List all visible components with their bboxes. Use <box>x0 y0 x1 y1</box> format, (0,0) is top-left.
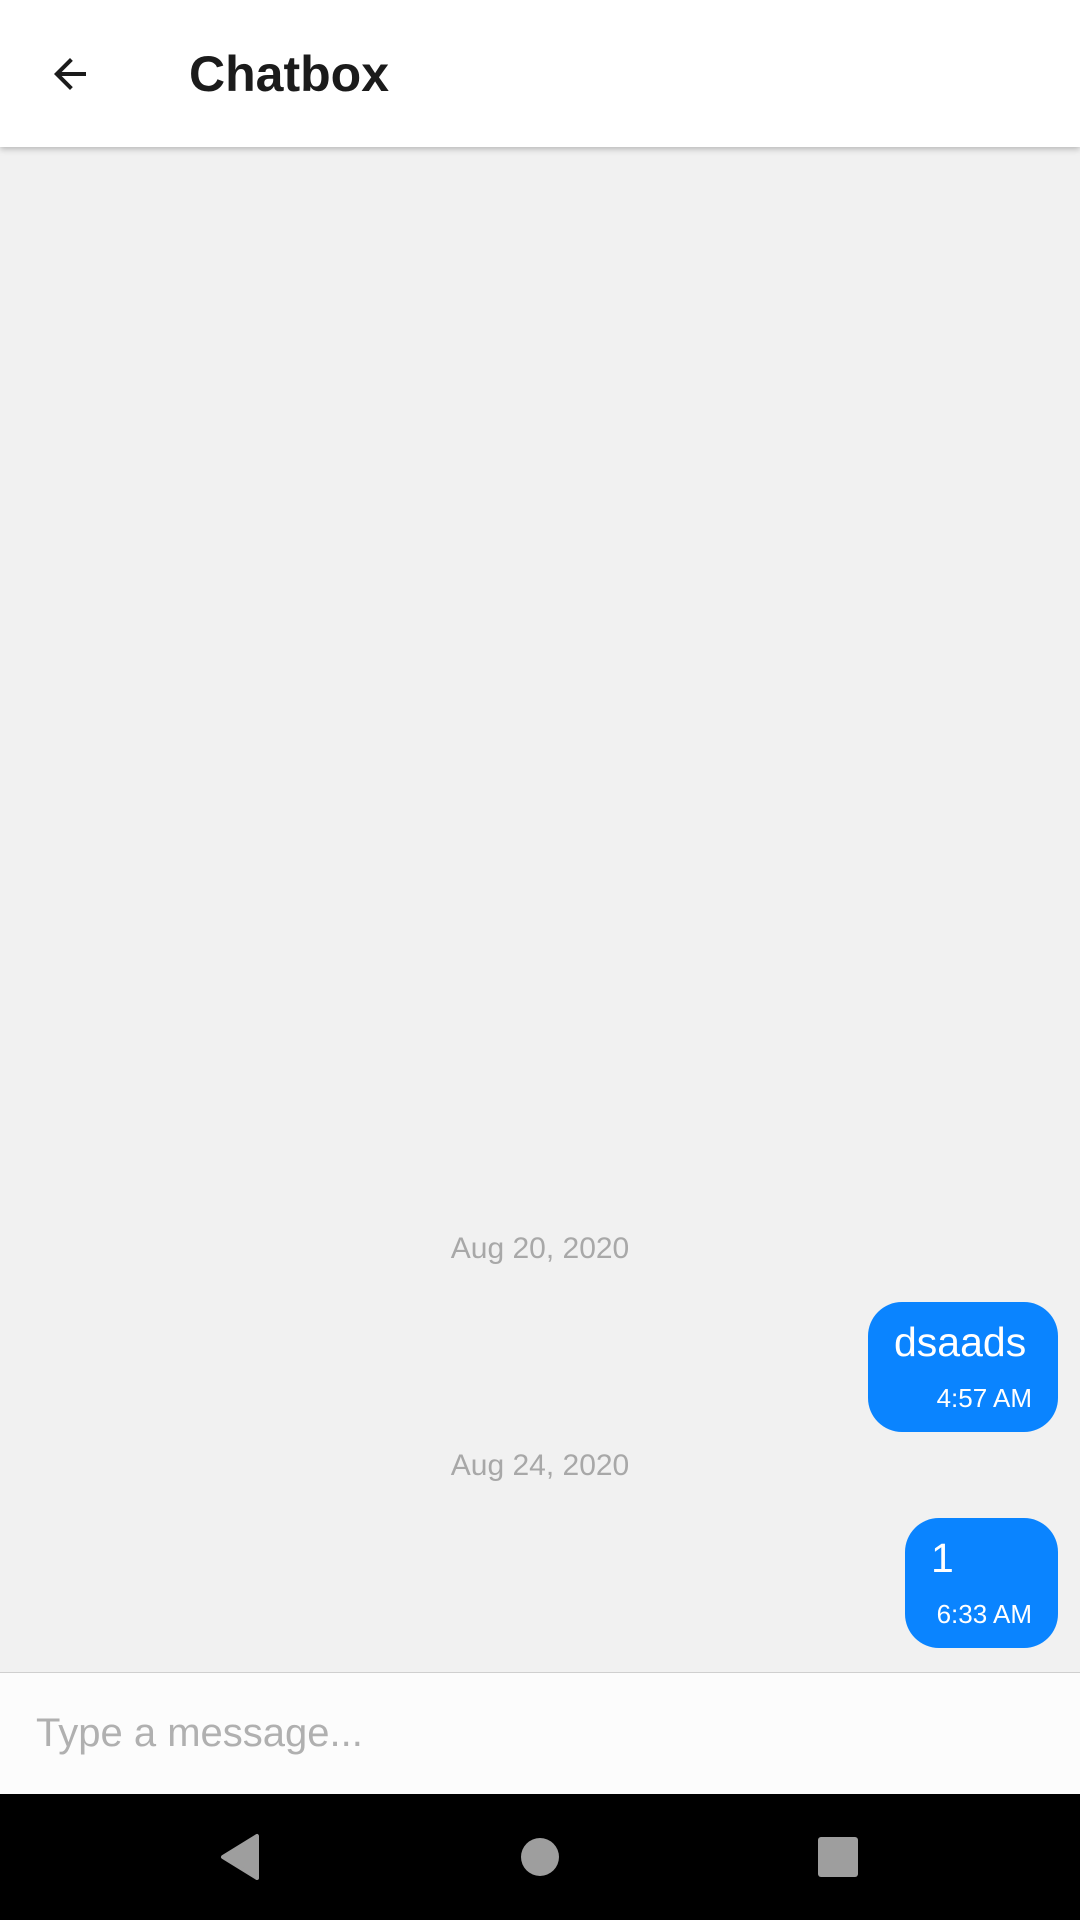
arrow-back-icon <box>54 58 86 90</box>
message-input[interactable] <box>36 1695 1046 1771</box>
nav-home-icon <box>521 1838 559 1876</box>
nav-back-button[interactable] <box>200 1817 280 1897</box>
message-list[interactable]: Aug 20, 2020 dsaads 4:57 AM Aug 24, 2020… <box>0 147 1080 1673</box>
chat-screen: Chatbox Aug 20, 2020 dsaads 4:57 AM Aug … <box>0 0 1080 1920</box>
page-title: Chatbox <box>189 46 389 102</box>
date-separator: Aug 24, 2020 <box>450 1449 630 1482</box>
message-text: 1 <box>931 1535 954 1581</box>
nav-recents-button[interactable] <box>798 1817 878 1897</box>
message-composer <box>0 1672 1080 1794</box>
system-nav-bar <box>0 1794 1080 1920</box>
message-time: 4:57 AM <box>936 1383 1032 1413</box>
message-time: 6:33 AM <box>936 1599 1032 1629</box>
nav-recents-icon <box>818 1837 858 1877</box>
nav-home-button[interactable] <box>500 1817 580 1897</box>
back-button[interactable] <box>30 30 110 118</box>
date-separator: Aug 20, 2020 <box>450 1232 630 1265</box>
message-bubble-outgoing[interactable]: 1 6:33 AM <box>905 1518 1058 1648</box>
message-text: dsaads <box>894 1319 1027 1365</box>
nav-back-icon <box>221 1834 259 1880</box>
message-bubble-outgoing[interactable]: dsaads 4:57 AM <box>868 1302 1058 1432</box>
app-bar: Chatbox <box>0 0 1080 147</box>
